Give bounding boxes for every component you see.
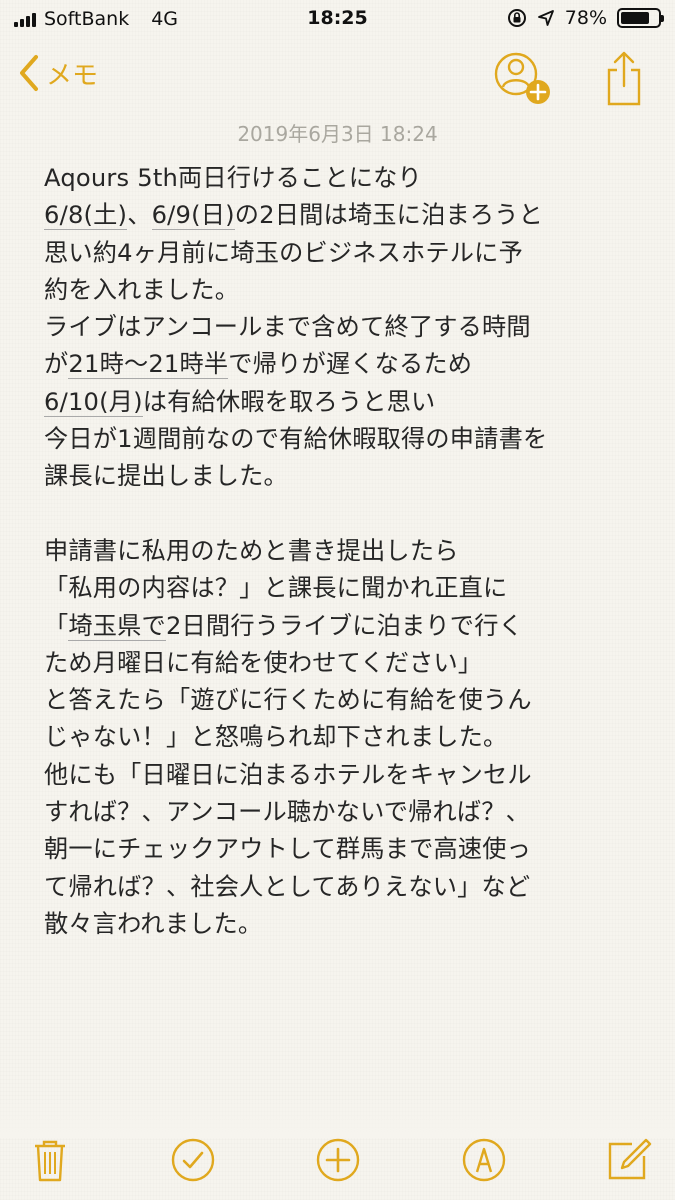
note-line: 散々言われました。 [44, 909, 263, 938]
note-blank-line [44, 496, 644, 533]
note-line: 他にも「日曜日に泊まるホテルをキャンセル [44, 760, 532, 789]
note-line: て帰れば？、社会人としてありえない」など [44, 872, 531, 901]
note-line-with-place-link: 「埼玉県で2日間行うライブに泊まりで行く [44, 611, 523, 641]
delete-button[interactable] [26, 1136, 74, 1184]
battery-percent: 78% [564, 7, 607, 29]
note-line: Aqours 5th両日行けることになり [44, 164, 422, 192]
note-line: すれば？、アンコール聴かないで帰れば？、 [44, 798, 531, 827]
checklist-icon [171, 1138, 215, 1182]
note-line: ライブはアンコールまで含めて終了する時間 [44, 313, 531, 342]
compose-icon [608, 1138, 652, 1180]
note-date: 2019年6月3日 18:24 [237, 122, 438, 146]
note-line: 今日が1週間前なので有給休暇取得の申請書を [44, 425, 548, 454]
status-bar: SoftBank 4G 18:25 78% [0, 0, 675, 40]
note-line: 申請書に私用のためと書き提出したら [44, 536, 459, 565]
bottom-toolbar [0, 1120, 675, 1200]
location-icon [537, 10, 554, 26]
compose-button[interactable] [604, 1136, 652, 1184]
detected-data-link[interactable]: 6/8(土) [44, 201, 128, 231]
status-right: 78% [507, 7, 664, 29]
back-button[interactable]: メモ [18, 54, 98, 92]
share-icon [607, 51, 641, 106]
note-line: と答えたら「遊びに行くために有給を使うん [44, 686, 532, 715]
battery-level [621, 12, 650, 24]
note-line: 課長に提出しました。 [44, 462, 288, 491]
note-line: 朝一にチェックアウトして群馬まで高速使っ [44, 835, 532, 864]
markup-icon [462, 1138, 506, 1182]
chevron-left-icon [20, 55, 38, 91]
detected-data-link[interactable]: 6/10(月) [44, 387, 143, 417]
detected-data-link[interactable]: 埼玉県で [68, 611, 166, 641]
add-content-button[interactable] [314, 1136, 362, 1184]
note-line: 約を入れました。 [44, 275, 240, 304]
note-line: ため月曜日に有給を使わせてください」 [44, 648, 483, 677]
note-line: 「私用の内容は？」と課長に聞かれ正直に [44, 574, 508, 603]
note-line: じゃない！」と怒鳴られ却下されました。 [44, 723, 508, 752]
navigation-bar: メモ [0, 40, 675, 112]
checklist-button[interactable] [169, 1136, 217, 1184]
note-line-with-date-link: 6/10(月)は有給休暇を取ろうと思い [44, 387, 436, 417]
back-button-label: メモ [46, 60, 99, 91]
note-line: 思い約4ヶ月前に埼玉のビジネスホテルに予 [44, 238, 523, 267]
trash-icon [35, 1140, 65, 1182]
orientation-lock-icon [507, 9, 526, 27]
note-line-with-date-links: 6/8(土)、6/9(日)の2日間は埼玉に泊まろうと [44, 201, 544, 231]
detected-data-link[interactable]: 6/9(日) [151, 201, 235, 231]
add-icon [316, 1138, 360, 1182]
detected-data-link[interactable]: 21時〜21時半 [68, 350, 229, 380]
note-line-with-time-link: が21時〜21時半で帰りが遅くなるため [44, 350, 473, 380]
note-body[interactable]: Aqours 5th両日行けることになり 6/8(土)、6/9(日)の2日間は埼… [44, 160, 644, 943]
markup-button[interactable] [460, 1136, 508, 1184]
share-button[interactable] [604, 50, 644, 108]
battery-icon [617, 8, 664, 28]
add-person-button[interactable] [492, 50, 556, 110]
add-person-icon [494, 52, 550, 104]
